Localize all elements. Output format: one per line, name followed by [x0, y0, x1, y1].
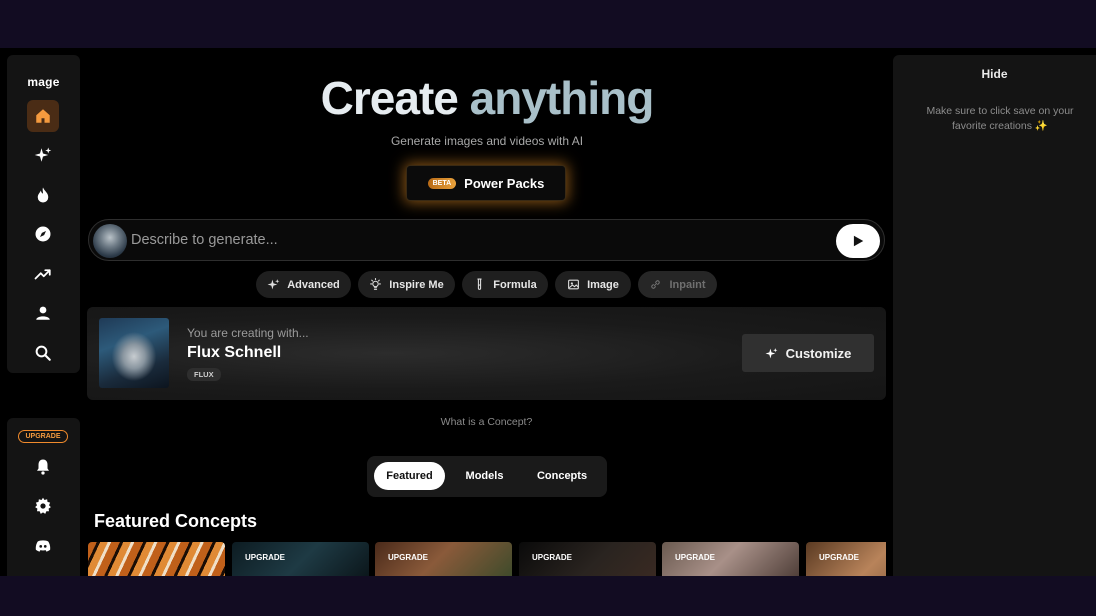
- section-title: Featured Concepts: [94, 511, 258, 531]
- link-icon: [651, 280, 661, 289]
- concept-card[interactable]: [88, 542, 225, 576]
- inspire-me-label: Inspire Me: [389, 278, 444, 291]
- what-is-concept-link[interactable]: What is a Concept?: [87, 416, 886, 428]
- concept-card[interactable]: UPGRADE: [375, 542, 512, 576]
- sidebar-nav: mage: [7, 55, 80, 373]
- right-panel: Hide Make sure to click save on your fav…: [893, 55, 1096, 576]
- content-tabs: Featured Models Concepts: [367, 456, 607, 497]
- model-tag: FLUX: [187, 368, 221, 381]
- image-icon: [568, 279, 580, 290]
- tab-models[interactable]: Models: [452, 462, 517, 490]
- inspire-me-button[interactable]: Inspire Me: [358, 271, 455, 298]
- sparkles-icon: [267, 279, 280, 290]
- nav-search[interactable]: [27, 337, 59, 369]
- concept-badge: UPGRADE: [675, 553, 716, 562]
- featured-concepts-row: UPGRADE UPGRADE UPGRADE UPGRADE UPGRADE: [88, 542, 886, 576]
- nav-hot[interactable]: [27, 179, 59, 211]
- beta-badge: BETA: [427, 177, 457, 189]
- power-packs-button[interactable]: BETA Power Packs: [406, 165, 566, 201]
- advanced-label: Advanced: [287, 278, 340, 291]
- discord-icon: [35, 540, 51, 552]
- prompt-input[interactable]: [131, 226, 831, 254]
- prompt-bar: [88, 219, 885, 261]
- play-icon: [853, 235, 864, 247]
- save-tip: Make sure to click save on your favorite…: [926, 105, 1074, 132]
- concept-badge: UPGRADE: [245, 553, 286, 562]
- nav-create[interactable]: [27, 139, 59, 171]
- sidebar-bottom: UPGRADE: [7, 418, 80, 576]
- hide-panel-button[interactable]: Hide: [893, 67, 1096, 81]
- hero-title-word-2: anything: [469, 72, 655, 124]
- concept-card[interactable]: UPGRADE: [806, 542, 886, 576]
- hero-title: Create anything: [87, 71, 887, 125]
- power-packs-label: Power Packs: [464, 175, 545, 191]
- inpaint-button[interactable]: Inpaint: [638, 271, 717, 298]
- user-avatar[interactable]: [93, 224, 127, 258]
- nav-explore[interactable]: [27, 218, 59, 250]
- compass-icon: [35, 226, 51, 242]
- concept-badge: UPGRADE: [388, 553, 429, 562]
- advanced-button[interactable]: Advanced: [256, 271, 351, 298]
- concept-badge: UPGRADE: [532, 553, 573, 562]
- nav-notifications[interactable]: [27, 451, 59, 483]
- user-icon: [36, 306, 50, 320]
- fire-icon: [37, 187, 49, 203]
- generate-button[interactable]: [836, 224, 880, 258]
- nav-profile[interactable]: [27, 297, 59, 329]
- bell-icon: [37, 459, 49, 475]
- customize-label: Customize: [785, 345, 852, 361]
- customize-button[interactable]: Customize: [742, 334, 874, 372]
- model-name: Flux Schnell: [187, 344, 282, 361]
- app-logo[interactable]: mage: [7, 75, 80, 89]
- concept-card[interactable]: UPGRADE: [519, 542, 656, 576]
- model-thumbnail[interactable]: [99, 318, 169, 388]
- concept-card[interactable]: UPGRADE: [232, 542, 369, 576]
- hero-subtitle: Generate images and videos with AI: [390, 134, 584, 148]
- sparkles-icon: [34, 147, 52, 162]
- upgrade-badge[interactable]: UPGRADE: [18, 430, 68, 443]
- nav-settings[interactable]: [27, 490, 59, 522]
- test-tube-icon: [477, 278, 482, 290]
- nav-discord[interactable]: [27, 530, 59, 562]
- concept-badge: UPGRADE: [819, 553, 860, 562]
- sparkles-icon: [765, 347, 778, 358]
- lightbulb-icon: [370, 278, 382, 290]
- nav-home[interactable]: [27, 100, 59, 132]
- app-window: mage UPGRADE Create anything Generate im…: [0, 48, 1096, 576]
- tab-featured[interactable]: Featured: [374, 462, 445, 490]
- model-caption: You are creating with...: [187, 326, 309, 340]
- hero-title-word-1: Create: [320, 72, 459, 124]
- tab-concepts[interactable]: Concepts: [524, 462, 600, 490]
- home-icon: [36, 109, 50, 123]
- gear-icon: [35, 497, 51, 514]
- formula-button[interactable]: Formula: [462, 271, 548, 298]
- concept-card[interactable]: UPGRADE: [662, 542, 799, 576]
- inpaint-label: Inpaint: [669, 278, 706, 291]
- search-icon: [35, 345, 51, 361]
- formula-label: Formula: [493, 278, 537, 291]
- model-card: You are creating with... Flux Schnell FL…: [87, 307, 886, 400]
- image-button[interactable]: Image: [555, 271, 631, 298]
- image-label: Image: [587, 278, 619, 291]
